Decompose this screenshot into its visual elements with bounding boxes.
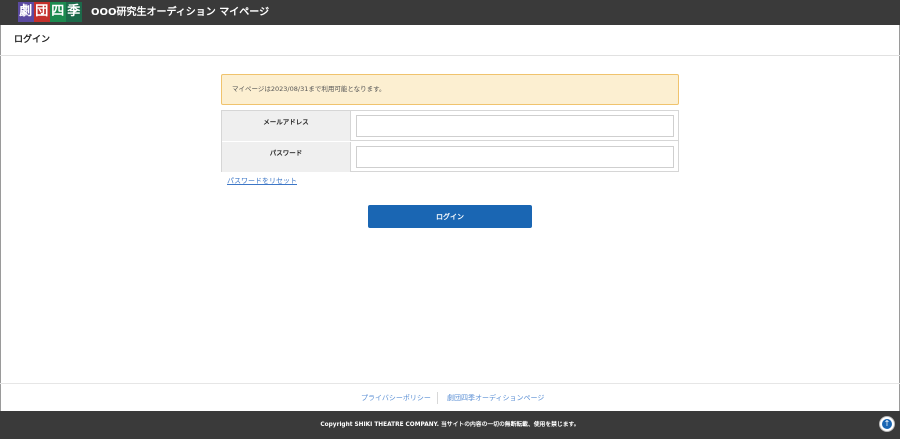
password-field[interactable] xyxy=(356,146,674,168)
password-label: パスワード xyxy=(222,142,351,172)
page-title: ログイン xyxy=(14,35,51,45)
audition-page-link[interactable]: 劇団四季オーディションページ xyxy=(447,384,544,412)
login-button[interactable]: ログイン xyxy=(368,205,532,228)
page-header: ログイン xyxy=(0,25,900,56)
logo-char: 劇 xyxy=(18,2,34,22)
arrow-up-icon: ↑ xyxy=(882,419,892,429)
copyright-text: Copyright SHIKI THEATRE COMPANY. 当サイトの内容… xyxy=(320,422,580,428)
email-label: メールアドレス xyxy=(222,111,351,141)
privacy-policy-link[interactable]: プライバシーポリシー xyxy=(361,384,431,412)
page-top-button[interactable]: ↑ xyxy=(879,416,895,432)
email-row: メールアドレス xyxy=(222,111,678,141)
logo-char: 季 xyxy=(66,2,82,22)
footer-divider xyxy=(437,392,438,404)
theatre-logo[interactable]: 劇 団 四 季 xyxy=(18,2,82,22)
login-form: メールアドレス パスワード xyxy=(221,110,679,172)
top-bar: 劇 団 四 季 OOO研究生オーディション マイページ xyxy=(0,0,900,25)
site-title: OOO研究生オーディション マイページ xyxy=(91,7,270,18)
copyright-bar: Copyright SHIKI THEATRE COMPANY. 当サイトの内容… xyxy=(0,411,900,439)
logo-char: 四 xyxy=(50,2,66,22)
email-field[interactable] xyxy=(356,115,674,137)
footer-links: プライバシーポリシー 劇団四季オーディションページ xyxy=(0,383,900,411)
availability-notice: マイページは2023/08/31まで利用可能となります。 xyxy=(221,74,679,105)
logo-char: 団 xyxy=(34,2,50,22)
reset-password-link[interactable]: パスワードをリセット xyxy=(227,176,297,186)
password-row: パスワード xyxy=(222,142,678,172)
